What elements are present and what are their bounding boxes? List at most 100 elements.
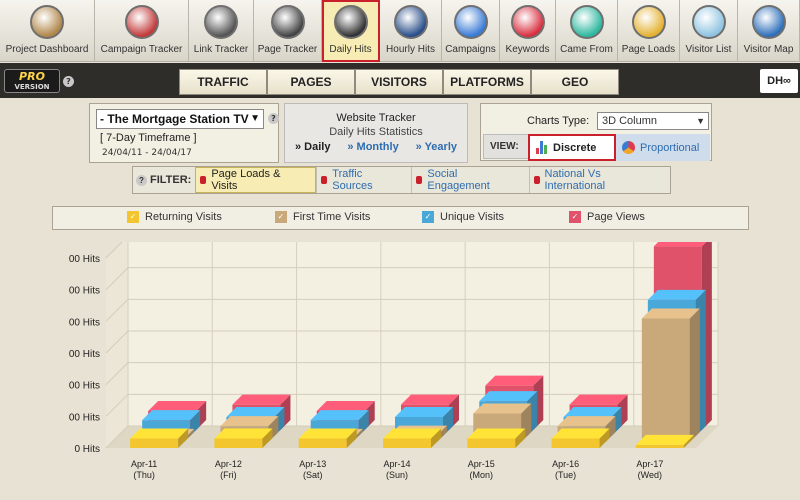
nav-label: Keywords [505, 44, 550, 55]
tab-platforms[interactable]: PLATFORMS [443, 69, 531, 95]
keywords-icon [510, 5, 545, 39]
daily-hits-chart: 0 Hits 00 Hits 00 Hits 00 Hits 00 Hits 00 Hit… [69, 242, 719, 480]
x-tick-label: (Wed) [638, 470, 662, 480]
legend-entry[interactable]: ✓ Unique Visits [422, 211, 504, 223]
filter-label-wrap: ? FILTER: [136, 174, 191, 186]
x-tick-label: Apr-13 [299, 459, 326, 469]
chart-legend: ✓ Returning Visits ✓ First Time Visits ✓ Uniq… [52, 206, 749, 230]
yearly-link[interactable]: » Yearly [416, 141, 457, 153]
x-tick-label: Apr-15 [468, 459, 495, 469]
nav-visitor-map[interactable]: Visitor Map [738, 0, 800, 62]
help-icon[interactable]: ? [136, 174, 147, 186]
filter-traffic-sources[interactable]: Traffic Sources [316, 167, 411, 193]
dh-logo: DH∞ [760, 69, 798, 93]
y-tick-label: 00 Hits [69, 286, 100, 297]
legend-label: First Time Visits [293, 211, 371, 223]
nav-came-from[interactable]: Came From [556, 0, 618, 62]
bar-0-3 [383, 438, 431, 448]
nav-hourly-hits[interactable]: Hourly Hits [380, 0, 442, 62]
section-bar: PRO VERSION ? TRAFFIC PAGES VISITORS PLATFO… [0, 63, 800, 98]
bar-top [130, 428, 189, 439]
nav-daily-hits[interactable]: Daily Hits [322, 0, 380, 62]
bar-top [395, 407, 453, 417]
y-tick-label: 00 Hits [69, 349, 100, 360]
page-loads-icon [631, 5, 666, 39]
nav-campaign-tracker[interactable]: Campaign Tracker [95, 0, 189, 62]
chart-type-panel: Charts Type: 3D Column ▼ VIEW: Discrete … [480, 103, 712, 161]
came-from-icon [569, 5, 604, 39]
daily-link[interactable]: » Daily [295, 141, 330, 153]
help-icon[interactable]: ? [63, 76, 74, 87]
tab-visitors[interactable]: VISITORS [355, 69, 443, 95]
nav-page-tracker[interactable]: Page Tracker [254, 0, 322, 62]
proportional-label: Proportional [640, 141, 700, 154]
legend-checkbox[interactable]: ✓ [569, 211, 581, 223]
filter-national-vs-international[interactable]: National Vs International [528, 167, 670, 193]
y-tick-label: 00 Hits [69, 317, 100, 328]
bar-top [148, 401, 207, 411]
nav-label: Visitor List [685, 44, 732, 55]
x-tick-label: Apr-12 [215, 459, 242, 469]
daily-hits-icon [333, 5, 368, 39]
nav-link-tracker[interactable]: Link Tracker [189, 0, 254, 62]
nav-keywords[interactable]: Keywords [500, 0, 556, 62]
x-tick-label: (Sat) [303, 470, 323, 480]
x-tick-label: (Tue) [555, 470, 576, 480]
monthly-link[interactable]: » Monthly [347, 141, 398, 153]
chart-type-select[interactable]: 3D Column ▼ [597, 112, 709, 130]
y-tick-label: 00 Hits [69, 412, 100, 423]
campaign-icon [124, 5, 159, 39]
version-label: VERSION [14, 83, 50, 91]
chart-type-value: 3D Column [602, 115, 658, 127]
bar-top [232, 394, 291, 405]
site-name: - The Mortgage Station TV [100, 112, 249, 126]
site-select[interactable]: - The Mortgage Station TV ▼ [96, 109, 264, 129]
bar-0-4 [467, 438, 516, 448]
nav-visitor-list[interactable]: Visitor List [680, 0, 738, 62]
legend-checkbox[interactable]: ✓ [127, 211, 139, 223]
legend-checkbox[interactable]: ✓ [275, 211, 287, 223]
bar-top [635, 434, 694, 445]
legend-label: Unique Visits [440, 211, 504, 223]
site-panel: - The Mortgage Station TV ▼ ? [ 7-Day Ti… [89, 103, 279, 163]
nav-campaigns[interactable]: Campaigns [442, 0, 500, 62]
bar-top [641, 308, 700, 319]
bar-1-6 [641, 318, 690, 442]
tab-traffic[interactable]: TRAFFIC [179, 69, 267, 95]
section-tabs: TRAFFIC PAGES VISITORS PLATFORMS GEO [179, 69, 619, 95]
nav-label: Project Dashboard [5, 44, 89, 55]
bar-top [551, 428, 610, 439]
y-tick-label: 00 Hits [69, 381, 100, 392]
timeframe-label: [ 7-Day Timeframe ] [100, 132, 197, 144]
proportional-button[interactable]: Proportional [616, 134, 710, 161]
filter-social-engagement[interactable]: Social Engagement [411, 167, 528, 193]
discrete-button[interactable]: Discrete [528, 134, 616, 161]
tab-geo[interactable]: GEO [531, 69, 619, 95]
pro-version-badge: PRO VERSION [4, 69, 60, 93]
x-tick-label: (Thu) [133, 470, 155, 480]
visitor-icon [691, 5, 726, 39]
link-icon [204, 5, 238, 39]
bar-top [226, 407, 285, 417]
bar-top [298, 428, 357, 439]
nav-label: Page Loads [621, 44, 676, 55]
bar-0-2 [298, 438, 347, 448]
help-icon[interactable]: ? [268, 113, 279, 124]
legend-checkbox[interactable]: ✓ [422, 211, 434, 223]
nav-page-loads[interactable]: Page Loads [618, 0, 680, 62]
x-tick-label: (Mon) [470, 470, 494, 480]
bar-top [310, 410, 369, 421]
legend-entry[interactable]: ✓ First Time Visits [275, 211, 370, 223]
legend-entry[interactable]: ✓ Returning Visits [127, 211, 222, 223]
tracker-title: Website Tracker [336, 112, 416, 124]
tab-pages[interactable]: PAGES [267, 69, 355, 95]
bar-0-1 [214, 438, 263, 448]
nav-label: Came From [560, 44, 613, 55]
bar-top [401, 394, 459, 405]
bar-top [220, 416, 279, 427]
bar-top [563, 407, 622, 417]
legend-entry[interactable]: ✓ Page Views [569, 211, 645, 223]
date-range: 24/04/11 - 24/04/17 [102, 148, 192, 158]
filter-page-loads-visits[interactable]: Page Loads & Visits [195, 167, 317, 193]
nav-project-dashboard[interactable]: Project Dashboard [0, 0, 95, 62]
